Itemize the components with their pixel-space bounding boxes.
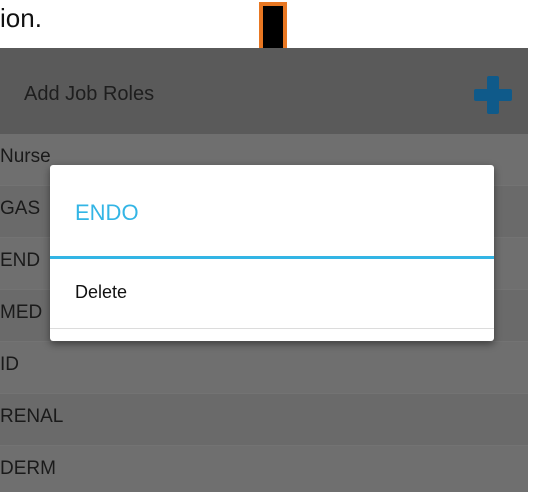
page-title: Add Job Roles — [24, 83, 155, 105]
caption-text: ion. — [0, 3, 42, 33]
dialog-title: ENDO — [75, 200, 139, 225]
list-item[interactable]: DERM — [0, 446, 528, 492]
list-item[interactable]: RENAL — [0, 394, 528, 446]
context-menu-dialog: ENDO Delete — [50, 165, 494, 341]
delete-menu-item[interactable]: Delete — [50, 259, 494, 329]
app-bar: Add Job Roles — [0, 48, 528, 134]
plus-icon[interactable] — [474, 76, 512, 114]
list-item[interactable]: ID — [0, 342, 528, 394]
